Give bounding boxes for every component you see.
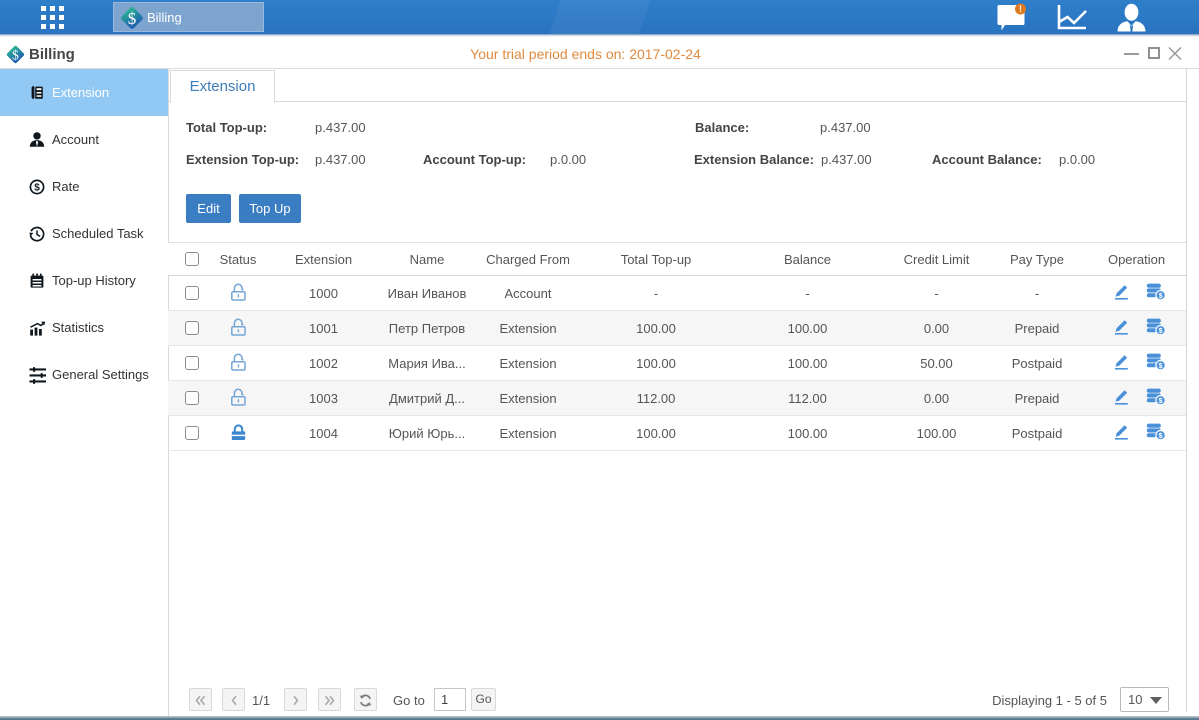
svg-text:$: $: [34, 183, 40, 194]
svg-text:$: $: [128, 9, 137, 28]
svg-text:!: !: [1019, 4, 1022, 14]
